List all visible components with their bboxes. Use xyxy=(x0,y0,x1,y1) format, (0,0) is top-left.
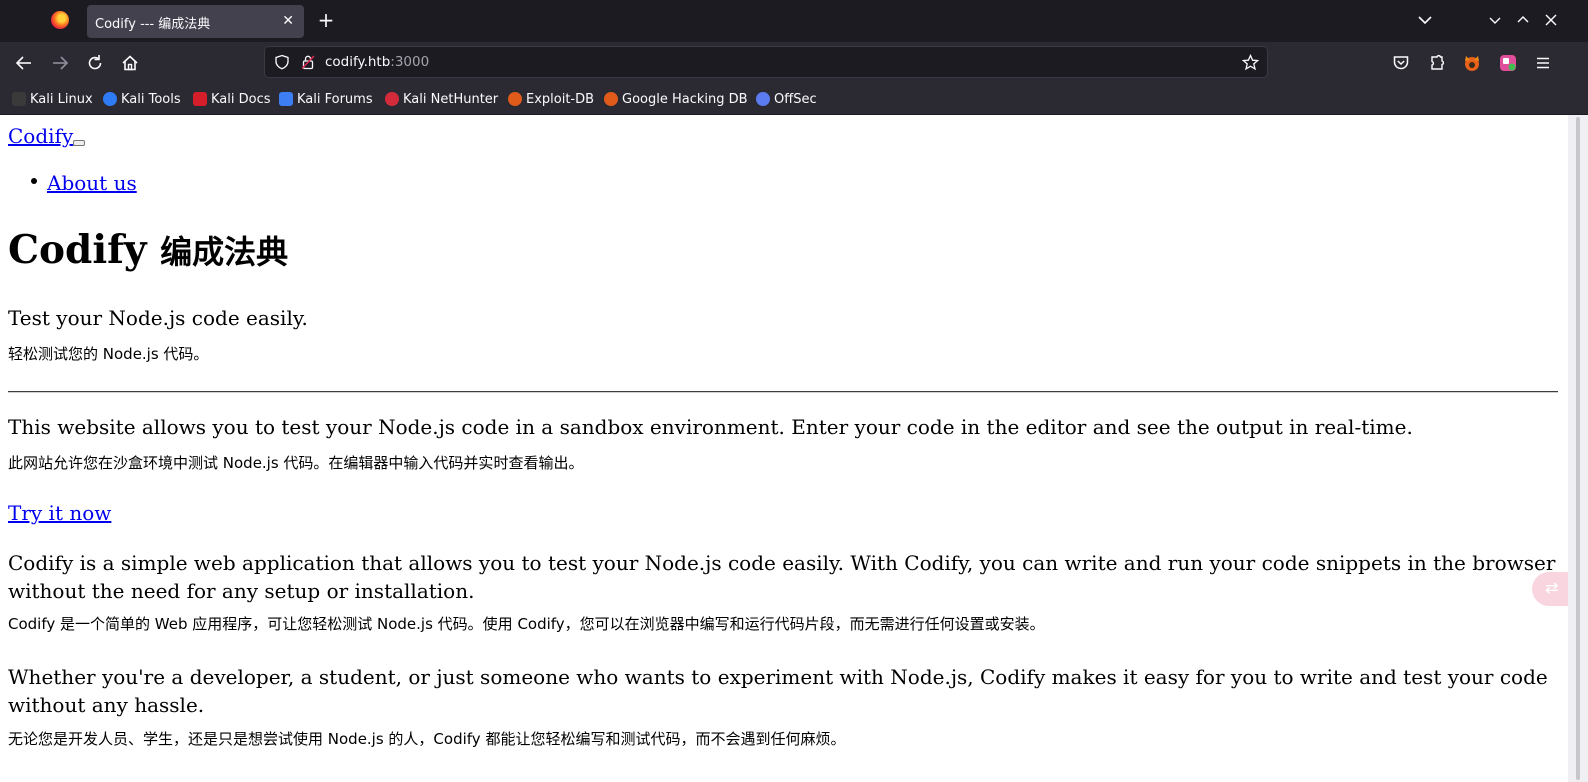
back-icon[interactable] xyxy=(14,53,34,73)
offsec-icon xyxy=(756,92,770,106)
bookmark-label: Kali Forums xyxy=(297,91,373,107)
list-all-tabs-icon[interactable] xyxy=(1417,11,1433,29)
lead-text-en: Test your Node.js code easily. xyxy=(8,306,308,330)
translate-icon: ⇄ xyxy=(1545,578,1559,597)
kali-tools-icon xyxy=(103,92,117,106)
foxyproxy-icon[interactable] xyxy=(1462,53,1482,73)
bookmark-kali-forums[interactable]: Kali Forums xyxy=(279,90,373,108)
bookmark-label: Google Hacking DB xyxy=(622,91,748,107)
paragraph-2-en: Whether you're a developer, a student, o… xyxy=(8,665,1548,717)
bookmark-kali-nethunter[interactable]: Kali NetHunter xyxy=(385,90,498,108)
bookmark-label: Kali Linux xyxy=(30,91,93,107)
firefox-icon[interactable] xyxy=(51,11,69,29)
tab-title: Codify --- 编成法典 xyxy=(95,17,211,32)
bookmark-label: Kali Docs xyxy=(211,91,271,107)
maximize-icon[interactable] xyxy=(1515,11,1531,29)
vertical-scrollbar[interactable] xyxy=(1568,115,1588,782)
description-cn: 此网站允许您在沙盒环境中测试 Node.js 代码。在编辑器中输入代码并实时查看… xyxy=(8,454,584,472)
page-viewport: Codify About us Codify 编成法典 Test your No… xyxy=(0,115,1568,782)
tab-close-icon[interactable]: ✕ xyxy=(282,12,294,30)
list-bullet xyxy=(31,178,37,184)
paragraph-1-cn: Codify 是一个简单的 Web 应用程序，可让您轻松测试 Node.js 代… xyxy=(8,615,1045,633)
bookmark-kali-tools[interactable]: Kali Tools xyxy=(103,90,181,108)
paragraph-1-en: Codify is a simple web application that … xyxy=(8,551,1556,603)
kali-docs-icon xyxy=(193,92,207,106)
bookmark-exploit-db[interactable]: Exploit-DB xyxy=(508,90,594,108)
bookmark-kali-docs[interactable]: Kali Docs xyxy=(193,90,271,108)
home-icon[interactable] xyxy=(120,53,140,73)
bookmark-label: Exploit-DB xyxy=(526,91,595,107)
new-tab-button[interactable]: + xyxy=(316,9,336,31)
kali-nethunter-icon xyxy=(385,92,399,106)
google-hacking-db-icon xyxy=(604,92,618,106)
bookmark-star-icon[interactable] xyxy=(1241,53,1260,75)
lead-text-cn: 轻松测试您的 Node.js 代码。 xyxy=(8,345,209,363)
pocket-icon[interactable] xyxy=(1391,53,1411,73)
kali-forums-icon xyxy=(279,92,293,106)
bookmark-label: OffSec xyxy=(774,91,817,107)
url-port: :3000 xyxy=(390,54,430,70)
description-en: This website allows you to test your Nod… xyxy=(8,415,1413,439)
page-title: Codify 编成法典 xyxy=(8,227,288,275)
nav-about-us-link[interactable]: About us xyxy=(47,171,137,195)
kali-dragon-icon xyxy=(12,92,26,106)
paragraph-2-cn: 无论您是开发人员、学生，还是只是想尝试使用 Node.js 的人，Codify … xyxy=(8,730,846,748)
translate-widget-button[interactable]: ⇄ xyxy=(1532,572,1568,606)
page-title-en: Codify xyxy=(8,227,147,273)
horizontal-rule xyxy=(8,391,1558,393)
bookmark-label: Kali NetHunter xyxy=(403,91,499,107)
tracking-protection-icon[interactable] xyxy=(274,54,290,74)
insecure-lock-icon[interactable] xyxy=(300,54,316,74)
menu-hamburger-icon[interactable] xyxy=(1533,53,1553,73)
wappalyzer-icon[interactable] xyxy=(1498,53,1518,73)
bookmark-offsec[interactable]: OffSec xyxy=(756,90,817,108)
tab-bar: Codify --- 编成法典 ✕ + xyxy=(0,0,1588,42)
close-window-icon[interactable] xyxy=(1543,11,1559,29)
page-title-cn: 编成法典 xyxy=(160,233,289,271)
bookmark-label: Kali Tools xyxy=(121,91,181,107)
bookmark-google-hacking-db[interactable]: Google Hacking DB xyxy=(604,90,748,108)
url-text[interactable]: codify.htb:3000 xyxy=(325,54,429,70)
extensions-icon[interactable] xyxy=(1427,53,1447,73)
scrollbar-thumb[interactable] xyxy=(1576,117,1580,780)
forward-icon[interactable] xyxy=(50,53,70,73)
try-it-now-link[interactable]: Try it now xyxy=(8,501,111,525)
minimize-icon[interactable] xyxy=(1487,11,1503,29)
url-host: codify.htb xyxy=(325,54,391,70)
reload-icon[interactable] xyxy=(85,53,105,73)
navbar-brand-link[interactable]: Codify xyxy=(8,124,73,148)
exploit-db-icon xyxy=(508,92,522,106)
tab-codify[interactable]: Codify --- 编成法典 ✕ xyxy=(87,5,304,38)
navigation-toolbar: codify.htb:3000 xyxy=(0,42,1588,82)
url-bar[interactable]: codify.htb:3000 xyxy=(265,47,1267,77)
navbar-toggler-button[interactable] xyxy=(73,140,85,146)
bookmarks-toolbar: Kali Linux Kali Tools Kali Docs Kali For… xyxy=(0,82,1588,115)
bookmark-kali-linux[interactable]: Kali Linux xyxy=(12,90,93,108)
